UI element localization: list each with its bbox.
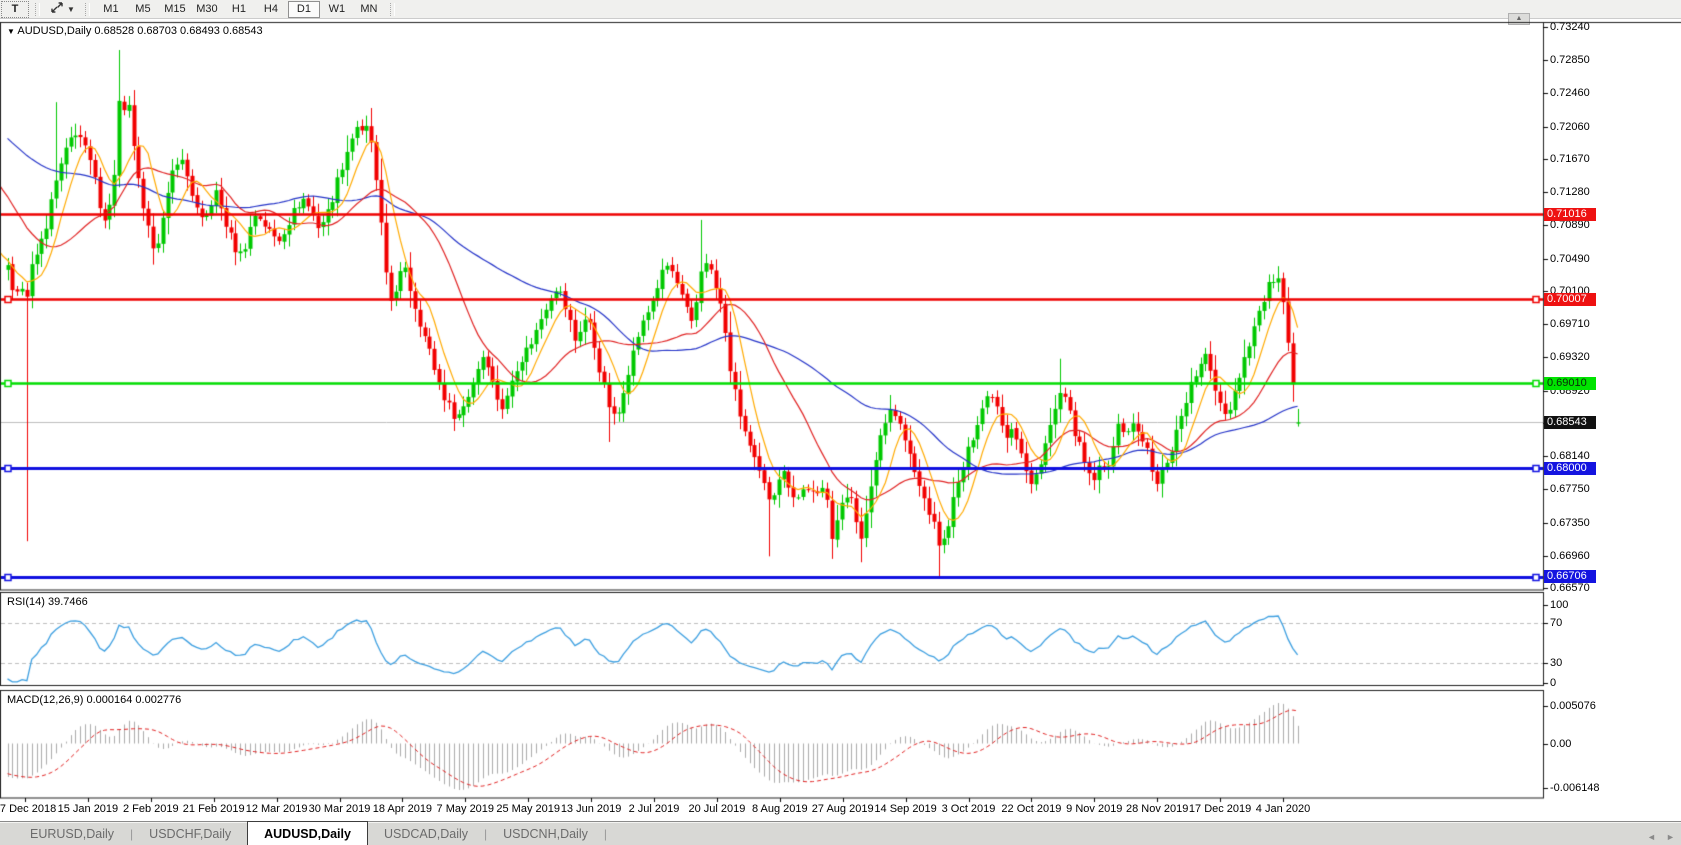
chart-title: ▼ AUDUSD,Daily 0.68528 0.68703 0.68493 0…	[7, 25, 263, 38]
date-label: 28 Nov 2019	[1125, 803, 1189, 815]
price-axis-label: 0.68140	[1550, 450, 1590, 463]
date-label: 22 Oct 2019	[1001, 803, 1062, 815]
tab-scroll-right-button[interactable]: ►	[1666, 832, 1675, 842]
price-axis-label: 0.72060	[1550, 120, 1590, 133]
date-label: 9 Nov 2019	[1066, 803, 1123, 815]
price-tag-0.68000: 0.68000	[1544, 461, 1596, 475]
date-label: 30 Mar 2019	[308, 803, 371, 815]
price-tag-0.68543: 0.68543	[1544, 415, 1596, 429]
price-tag-0.70007: 0.70007	[1544, 292, 1596, 306]
date-label: 4 Jan 2020	[1255, 803, 1311, 815]
price-tag-0.71016: 0.71016	[1544, 207, 1596, 221]
symbol-tab-bar: EURUSD,Daily | USDCHF,Daily AUDUSD,Daily USD…	[0, 821, 1681, 845]
macd-panel-label: MACD(12,26,9) 0.000164 0.002776	[7, 694, 182, 706]
date-label: 25 May 2019	[496, 803, 560, 815]
price-axis-label: 0.69710	[1550, 318, 1590, 331]
price-axis-label: 0.72850	[1550, 54, 1590, 67]
price-tag-0.66706: 0.66706	[1544, 570, 1596, 584]
app-root: T ▼ M1M5M15M30H1H4D1W1MN ▲ ▼ AUDUSD,Dail…	[0, 0, 1681, 845]
chart-title-ohlc: 0.68528 0.68703 0.68493 0.68543	[94, 25, 263, 37]
price-axis-label: 0.67750	[1550, 483, 1590, 496]
tab-usdcad-daily[interactable]: USDCAD,Daily	[368, 824, 484, 845]
rsi-axis-label: 100	[1550, 599, 1569, 611]
date-label: 8 Aug 2019	[751, 803, 808, 815]
symbol-dropdown-icon[interactable]: ▼	[7, 27, 15, 36]
date-label: 2 Feb 2019	[122, 803, 179, 815]
price-axis-label: 0.69320	[1550, 351, 1590, 363]
date-label: 2 Jul 2019	[628, 803, 680, 815]
rsi-panel-label: RSI(14) 39.7466	[7, 596, 88, 608]
price-axis-label: 0.67350	[1550, 516, 1590, 529]
date-label: 27 Aug 2019	[811, 803, 874, 815]
price-axis-label: 0.73240	[1550, 21, 1590, 34]
date-label: 13 Jun 2019	[560, 803, 622, 815]
tab-scroll-left-button[interactable]: ◄	[1647, 832, 1656, 842]
date-label: 17 Dec 2019	[1188, 803, 1252, 815]
price-axis-label: 0.66960	[1550, 549, 1590, 562]
price-axis-label: 0.66570	[1550, 582, 1590, 595]
date-label: 3 Oct 2019	[941, 803, 996, 815]
macd-axis-label: 0.005076	[1550, 700, 1596, 712]
date-label: 18 Apr 2019	[372, 803, 433, 815]
date-label: 12 Mar 2019	[245, 803, 308, 815]
price-axis-label: 0.72460	[1550, 86, 1590, 99]
rsi-axis-label: 30	[1550, 657, 1563, 669]
price-axis-label: 0.70490	[1550, 252, 1590, 265]
tab-eurusd-daily[interactable]: EURUSD,Daily	[14, 824, 130, 845]
price-tag-0.69010: 0.69010	[1544, 376, 1596, 390]
price-axis-label: 0.71670	[1550, 153, 1590, 166]
date-label: 27 Dec 2018	[0, 803, 57, 815]
date-label: 20 Jul 2019	[688, 803, 746, 815]
date-label: 7 May 2019	[436, 803, 495, 815]
tab-usdchf-daily[interactable]: USDCHF,Daily	[133, 824, 247, 845]
price-axis-label: 0.71280	[1550, 186, 1590, 199]
tab-usdcnh-daily[interactable]: USDCNH,Daily	[487, 824, 604, 845]
rsi-axis-label: 0	[1550, 677, 1557, 689]
tab-audusd-daily[interactable]: AUDUSD,Daily	[247, 821, 368, 845]
macd-axis-label: 0.00	[1550, 738, 1572, 750]
date-label: 21 Feb 2019	[182, 803, 245, 815]
macd-axis-label: -0.006148	[1550, 782, 1600, 794]
tab-separator: |	[603, 827, 607, 841]
date-label: 14 Sep 2019	[874, 803, 937, 815]
chart-canvas[interactable]	[0, 0, 1681, 845]
date-label: 15 Jan 2019	[57, 803, 119, 815]
chart-title-symbol: AUDUSD,Daily	[17, 25, 92, 37]
rsi-axis-label: 70	[1550, 617, 1563, 629]
